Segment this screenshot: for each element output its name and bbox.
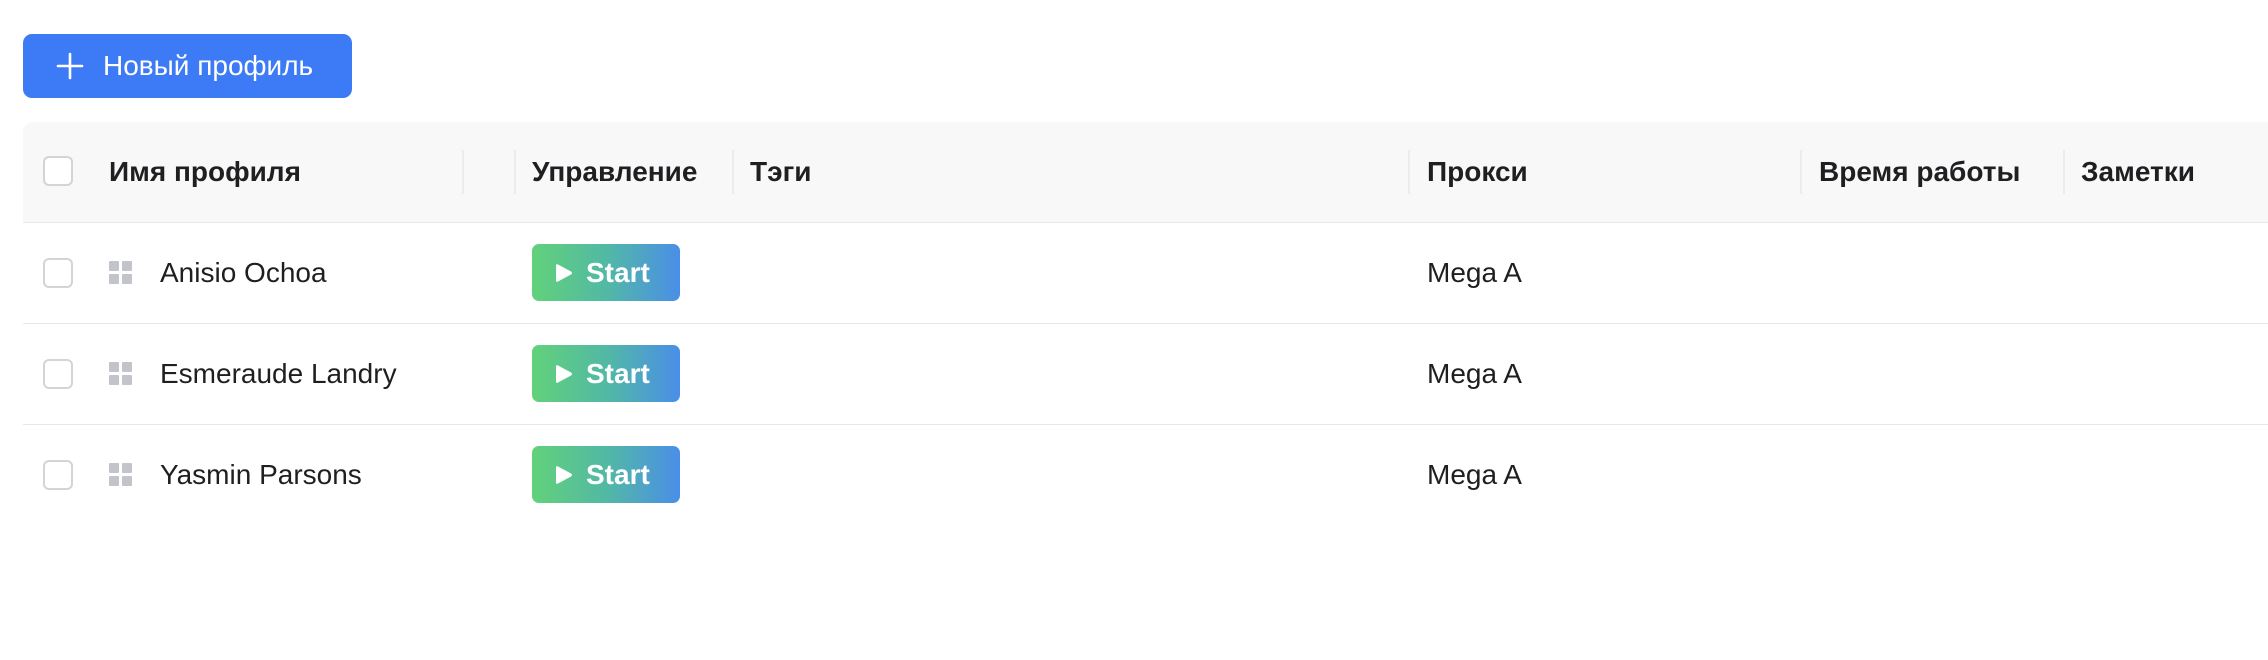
start-button[interactable]: Start — [532, 446, 680, 503]
play-icon — [556, 465, 572, 484]
new-profile-button[interactable]: Новый профиль — [23, 34, 352, 98]
profile-name[interactable]: Esmeraude Landry — [160, 324, 397, 424]
column-header-tags[interactable]: Тэги — [750, 122, 811, 222]
profile-name[interactable]: Anisio Ochoa — [160, 223, 327, 323]
column-resize-handle[interactable] — [1408, 150, 1410, 194]
row-checkbox[interactable] — [43, 359, 73, 389]
column-header-notes[interactable]: Заметки — [2081, 122, 2195, 222]
profiles-page: Новый профиль Имя профиля Управление Тэг… — [0, 0, 2268, 660]
column-resize-handle[interactable] — [732, 150, 734, 194]
column-resize-handle[interactable] — [2063, 150, 2065, 194]
row-checkbox[interactable] — [43, 258, 73, 288]
plus-icon — [56, 52, 84, 80]
grid-icon[interactable] — [109, 463, 133, 487]
table-row[interactable]: Esmeraude Landry Start Mega A — [23, 324, 2268, 425]
start-button-label: Start — [586, 357, 650, 389]
column-header-proxy[interactable]: Прокси — [1427, 122, 1528, 222]
table-row[interactable]: Anisio Ochoa Start Mega A — [23, 223, 2268, 324]
start-button[interactable]: Start — [532, 244, 680, 301]
proxy-cell: Mega A — [1427, 358, 1522, 389]
play-icon — [556, 364, 572, 383]
table-body: Anisio Ochoa Start Mega A Esmeraude Land… — [23, 223, 2268, 525]
grid-icon[interactable] — [109, 362, 133, 386]
select-all-checkbox[interactable] — [43, 156, 73, 186]
table-row[interactable]: Yasmin Parsons Start Mega A — [23, 425, 2268, 525]
profile-name[interactable]: Yasmin Parsons — [160, 425, 362, 525]
column-resize-handle[interactable] — [514, 150, 516, 194]
new-profile-label: Новый профиль — [103, 50, 314, 81]
column-resize-handle[interactable] — [462, 150, 464, 194]
column-resize-handle[interactable] — [1800, 150, 1802, 194]
proxy-cell: Mega A — [1427, 257, 1522, 288]
start-button-label: Start — [586, 458, 650, 490]
play-icon — [556, 263, 572, 282]
start-button[interactable]: Start — [532, 345, 680, 402]
column-header-control[interactable]: Управление — [532, 122, 697, 222]
column-header-uptime[interactable]: Время работы — [1819, 122, 2020, 222]
column-header-name[interactable]: Имя профиля — [109, 122, 301, 222]
grid-icon[interactable] — [109, 261, 133, 285]
row-checkbox[interactable] — [43, 460, 73, 490]
proxy-cell: Mega A — [1427, 459, 1522, 490]
table-header: Имя профиля Управление Тэги Прокси Время… — [23, 122, 2268, 223]
profiles-table: Имя профиля Управление Тэги Прокси Время… — [23, 122, 2268, 525]
start-button-label: Start — [586, 256, 650, 288]
